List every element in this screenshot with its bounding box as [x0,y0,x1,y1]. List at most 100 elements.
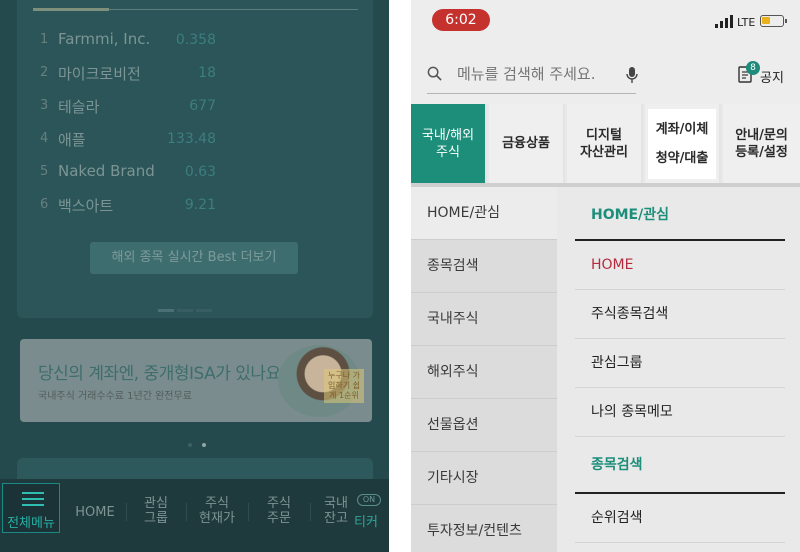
stock-name: 백스아트 [58,197,114,215]
ticker-toggle[interactable]: ON [357,494,381,506]
side-item-overseas-stock[interactable]: 해외주식 [411,346,557,399]
sub-section-home-watch: HOME/관심 [575,191,785,241]
sub-item-my-stock-memo[interactable]: 나의 종목메모 [575,388,785,437]
tab-domestic-overseas-stock[interactable]: 국내/해외 주식 [411,104,487,183]
all-menu-button[interactable]: 전체메뉴 [2,483,60,533]
stock-price: 18 [198,65,216,81]
side-item-home-watch[interactable]: HOME/관심 [411,187,557,240]
menu-search-input[interactable] [457,64,627,84]
tab-label-line1: 안내/문의 [735,127,788,143]
tab-label-line1: 국내/해외 [421,127,475,143]
ranking-row[interactable]: 1 Farmmi, Inc. 0.358 [33,30,273,52]
tab-financial-products[interactable]: 금융상품 [489,104,565,183]
tab-label-line2: 등록/설정 [735,144,788,160]
rank-number: 3 [40,98,49,113]
ranking-pager [158,297,232,312]
tab-digital-asset-management[interactable]: 디지털 자산관리 [567,104,643,183]
pager-dot [177,309,193,312]
rank-number: 5 [40,164,49,179]
stock-name: Naked Brand Gro [58,162,156,180]
full-menu-screen: 6:02 LTE 메뉴를 검색해 주세요. 8 공지 국내/해외 주식 금융상품… [411,0,800,552]
nav-domestic-balance[interactable]: 국내 잔고 [312,479,360,552]
stock-price: 9.21 [184,197,216,213]
sub-item-watch-group[interactable]: 관심그룹 [575,339,785,388]
nav-label-line2: 그룹 [144,511,168,526]
stock-name: 테슬라 [58,98,100,116]
pager-dot [202,443,206,447]
all-menu-label: 전체메뉴 [7,516,55,531]
screenshot-stage: 1 Farmmi, Inc. 0.358 2 마이크로비전 18 3 테슬라 6… [0,0,800,552]
tab-account-transfer[interactable]: 계좌/이체 청약/대출 [645,104,721,183]
tab-label-line2: 주식 [436,144,460,160]
ranking-tab-active-indicator [33,8,109,11]
nav-divider [126,503,127,521]
ranking-row[interactable]: 4 애플 133.48 [33,129,273,151]
side-item-futures-options[interactable]: 선물옵션 [411,399,557,452]
sub-item-home[interactable]: HOME [575,241,785,290]
stock-price: 133.48 [167,131,216,147]
stock-name: 마이크로비전 [58,65,141,83]
bottom-navigation: 전체메뉴 HOME 관심 그룹 주식 현재가 주식 주문 국내 잔고 [0,479,389,552]
ranking-row[interactable]: 2 마이크로비전 18 [33,63,273,85]
search-icon[interactable] [427,66,442,81]
side-item-other-markets[interactable]: 기타시장 [411,452,557,505]
nav-label-line1: 주식 [205,496,229,511]
side-item-domestic-stock[interactable]: 국내주식 [411,293,557,346]
banner-subtitle: 국내주식 거래수수료 1년간 완전무료 [38,391,192,402]
category-tabs: 국내/해외 주식 금융상품 디지털 자산관리 계좌/이체 청약/대출 안내/문의 등록/… [411,104,800,183]
sub-item-ranking-search[interactable]: 순위검색 [575,494,785,543]
isa-promo-banner[interactable]: 당신의 계좌엔, 중개형ISA가 있나요? 국내주식 거래수수료 1년간 완전무… [20,339,372,422]
sub-section-stock-search: 종목검색 [575,441,785,494]
dimmed-home-screen: 1 Farmmi, Inc. 0.358 2 마이크로비전 18 3 테슬라 6… [0,0,389,552]
nav-stock-quote[interactable]: 주식 현재가 [188,479,246,552]
nav-label-line2: 잔고 [324,511,348,526]
sub-item-stock-search[interactable]: 주식종목검색 [575,290,785,339]
ranking-row[interactable]: 3 테슬라 677 [33,96,273,118]
tab-label-line1: 디지털 [586,127,622,143]
nav-home[interactable]: HOME [68,479,122,552]
notice-count-badge: 8 [746,61,760,75]
nav-stock-order[interactable]: 주식 주문 [250,479,308,552]
nav-label-line2: 현재가 [199,511,235,526]
side-item-stock-search[interactable]: 종목검색 [411,240,557,293]
rank-number: 2 [40,65,49,80]
stock-name: Farmmi, Inc. [58,30,151,48]
tab-label-line2: 청약/대출 [651,143,713,173]
side-menu: HOME/관심 종목검색 국내주식 해외주식 선물옵션 기타시장 투자정보/컨텐… [411,187,557,552]
stock-name: 애플 [58,131,86,149]
nav-divider [186,503,187,521]
ranking-row[interactable]: 5 Naked Brand Gro 0.63 [33,162,273,184]
side-item-investment-info[interactable]: 투자정보/컨텐츠 [411,505,557,552]
tab-label-line1: 금융상품 [502,136,550,151]
status-time: 6:02 [432,9,490,31]
sub-menu: HOME/관심 HOME 주식종목검색 관심그룹 나의 종목메모 종목검색 순위… [557,187,800,552]
nav-divider [310,503,311,521]
more-overseas-best-button[interactable]: 해외 종목 실시간 Best 더보기 [90,242,298,274]
nav-label-line1: 주식 [267,496,291,511]
battery-icon [760,15,787,27]
nav-home-label: HOME [75,505,115,520]
pager-dot [196,309,212,312]
status-bar: 6:02 LTE [411,0,800,40]
nav-watch-group[interactable]: 관심 그룹 [128,479,184,552]
pager-dot [188,443,192,447]
menu-search-bar: 8 공지 [411,40,800,104]
tab-label-line2: 자산관리 [580,144,628,160]
nav-label-line1: 국내 [324,496,348,511]
banner-title: 당신의 계좌엔, 중개형ISA가 있나요? [38,364,290,384]
rank-number: 1 [40,32,49,47]
nav-label-line2: 주문 [267,511,291,526]
search-underline [427,93,636,94]
tab-info-settings[interactable]: 안내/문의 등록/설정 [723,104,800,183]
rank-number: 4 [40,131,49,146]
ranking-row[interactable]: 6 백스아트 9.21 [33,195,273,217]
nav-divider [248,503,249,521]
stock-price: 677 [189,98,216,114]
nav-label-line1: 관심 [144,496,168,511]
network-label: LTE [737,16,756,29]
microphone-icon[interactable] [625,66,639,84]
stock-price: 0.63 [184,164,216,180]
signal-icon [715,14,737,28]
ticker-label[interactable]: 티커 [354,511,378,530]
hamburger-icon [22,492,44,510]
